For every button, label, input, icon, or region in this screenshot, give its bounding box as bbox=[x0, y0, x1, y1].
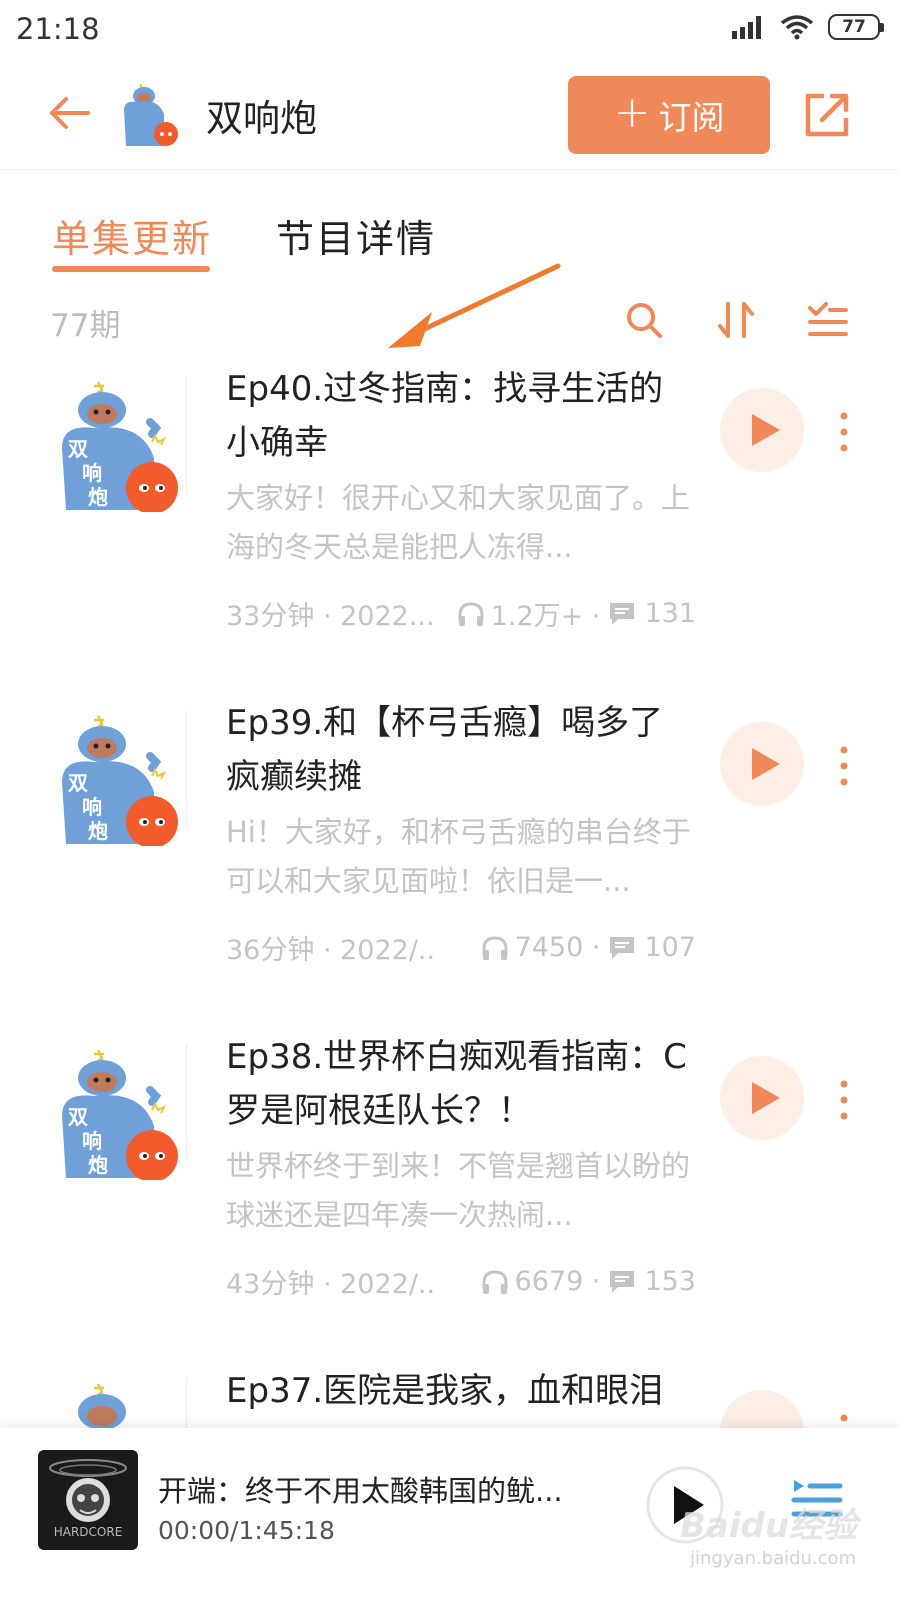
cover-text-1: 双 bbox=[68, 437, 88, 461]
more-options-icon[interactable] bbox=[834, 410, 854, 454]
episode-comments: 153 bbox=[608, 1266, 696, 1297]
cover-divider bbox=[186, 376, 187, 494]
episode-item[interactable]: Ep37.医院是我家，血和眼泪 bbox=[0, 1364, 900, 1428]
cover-text-2: 响 bbox=[82, 461, 102, 485]
mini-player-cover: HARDCORE bbox=[38, 1450, 138, 1550]
comment-count: 107 bbox=[644, 932, 696, 963]
status-bar: 21:18 77 bbox=[0, 0, 900, 62]
episode-title[interactable]: Ep40.过冬指南：找寻生活的小确幸 bbox=[226, 362, 696, 470]
episode-comments: 131 bbox=[608, 598, 696, 629]
battery-indicator: 77 bbox=[828, 14, 884, 40]
episode-cover: 双 响 炮 bbox=[62, 715, 178, 846]
episode-plays: 7450 · bbox=[481, 932, 601, 963]
wifi-icon bbox=[780, 15, 814, 40]
play-icon bbox=[752, 748, 780, 780]
signal-icon bbox=[732, 16, 761, 39]
comment-icon bbox=[610, 936, 635, 959]
episode-description: 大家好！很开心又和大家见面了。上海的冬天总是能把人冻得... bbox=[226, 481, 691, 564]
cover-text-2: 响 bbox=[82, 795, 102, 819]
comment-icon bbox=[610, 602, 635, 625]
episode-plays: 1.2万+ · bbox=[457, 594, 601, 633]
active-tab-indicator bbox=[52, 266, 210, 272]
comment-icon bbox=[610, 1270, 635, 1293]
episode-meta: 36分钟 · 2022/... 7450 · 107 bbox=[226, 928, 696, 967]
episode-title[interactable]: Ep37.医院是我家，血和眼泪 bbox=[226, 1364, 696, 1418]
episode-title[interactable]: Ep39.和【杯弓舌瘾】喝多了疯癫续摊 bbox=[226, 696, 696, 804]
search-icon[interactable] bbox=[622, 298, 666, 342]
episode-description: Hi！大家好，和杯弓舌瘾的串台终于可以和大家见面啦！依旧是一... bbox=[226, 815, 691, 898]
episode-duration-date: 36分钟 · 2022/... bbox=[226, 935, 436, 966]
episode-description: 世界杯终于到来！不管是翘首以盼的球迷还是四年凑一次热闹... bbox=[226, 1149, 691, 1232]
cover-text-3: 炮 bbox=[88, 1153, 108, 1177]
subscribe-button[interactable]: + 订阅 bbox=[568, 76, 770, 154]
status-icons: 77 bbox=[732, 14, 884, 40]
headphones-icon bbox=[482, 1269, 508, 1294]
play-button[interactable] bbox=[720, 722, 804, 806]
play-icon bbox=[752, 1082, 780, 1114]
cover-brand-text: HARDCORE bbox=[54, 1525, 123, 1539]
episode-item[interactable]: 双 响 炮 Ep38.世界杯白痴观看指南：C罗是阿根廷队长？！ 世界杯终于到来！… bbox=[0, 1030, 900, 1364]
episode-cover bbox=[78, 1383, 126, 1428]
more-options-icon[interactable] bbox=[834, 1078, 854, 1122]
headphones-icon bbox=[458, 601, 484, 626]
cover-text-3: 炮 bbox=[88, 819, 108, 843]
episode-duration-date: 33分钟 · 2022... bbox=[226, 601, 435, 632]
play-count: 1.2万+ · bbox=[490, 601, 601, 632]
sort-icon[interactable] bbox=[714, 298, 758, 342]
play-button[interactable] bbox=[720, 1390, 804, 1428]
status-time: 21:18 bbox=[16, 12, 100, 46]
back-arrow-icon[interactable] bbox=[44, 88, 94, 138]
episode-item[interactable]: 双 响 炮 Ep40.过冬指南：找寻生活的小确幸 大家好！很开心又和大家见面了。… bbox=[0, 362, 900, 696]
cover-text-3: 炮 bbox=[88, 485, 108, 509]
watermark: Baidu经验 bbox=[680, 1506, 858, 1546]
list-toolbar: 77期 bbox=[0, 296, 900, 348]
cover-text-2: 响 bbox=[82, 1129, 102, 1153]
episode-item[interactable]: 双 响 炮 Ep39.和【杯弓舌瘾】喝多了疯癫续摊 Hi！大家好，和杯弓舌瘾的串… bbox=[0, 696, 900, 1030]
episode-plays: 6679 · bbox=[481, 1266, 601, 1297]
cover-divider bbox=[186, 710, 187, 828]
episode-meta: 33分钟 · 2022... 1.2万+ · 131 bbox=[226, 594, 696, 633]
play-button[interactable] bbox=[720, 1056, 804, 1140]
mini-player[interactable]: HARDCORE 开端：终于不用太酸韩国的鱿... 00:00/1:45:18 … bbox=[0, 1428, 900, 1600]
cover-text-1: 双 bbox=[68, 1105, 88, 1129]
episode-cover: 双 响 炮 bbox=[62, 1049, 178, 1180]
headphones-icon bbox=[482, 935, 508, 960]
tab-episodes[interactable]: 单集更新 bbox=[52, 208, 212, 263]
cover-text-1: 双 bbox=[68, 771, 88, 795]
share-icon[interactable] bbox=[800, 88, 854, 142]
episode-count: 77期 bbox=[50, 308, 121, 344]
episode-cover: 双 响 炮 bbox=[62, 381, 178, 512]
cover-divider bbox=[186, 1378, 187, 1428]
header: 双响炮 + 订阅 bbox=[0, 66, 900, 170]
cover-divider bbox=[186, 1044, 187, 1162]
filter-list-icon[interactable] bbox=[806, 298, 850, 342]
now-playing-title[interactable]: 开端：终于不用太酸韩国的鱿... bbox=[158, 1468, 598, 1510]
play-button[interactable] bbox=[720, 388, 804, 472]
episode-meta: 43分钟 · 2022/... 6679 · 153 bbox=[226, 1262, 696, 1301]
plus-icon: + bbox=[613, 87, 651, 138]
episode-title[interactable]: Ep38.世界杯白痴观看指南：C罗是阿根廷队长？！ bbox=[226, 1030, 696, 1138]
now-playing-time: 00:00/1:45:18 bbox=[158, 1516, 335, 1545]
subscribe-label: 订阅 bbox=[658, 98, 725, 137]
episode-comments: 107 bbox=[608, 932, 696, 963]
hardcore-logo-icon: HARDCORE bbox=[49, 1459, 127, 1539]
more-options-icon[interactable] bbox=[834, 744, 854, 788]
more-options-icon[interactable] bbox=[834, 1412, 854, 1428]
episode-duration-date: 43分钟 · 2022/... bbox=[226, 1269, 436, 1300]
podcast-avatar bbox=[124, 83, 178, 146]
page-title: 双响炮 bbox=[206, 97, 317, 140]
watermark-url: jingyan.baidu.com bbox=[690, 1548, 857, 1569]
play-count: 7450 · bbox=[514, 932, 601, 963]
comment-count: 153 bbox=[644, 1266, 696, 1297]
comment-count: 131 bbox=[644, 598, 696, 629]
tab-details[interactable]: 节目详情 bbox=[276, 208, 436, 263]
play-icon bbox=[752, 414, 780, 446]
play-count: 6679 · bbox=[514, 1266, 601, 1297]
